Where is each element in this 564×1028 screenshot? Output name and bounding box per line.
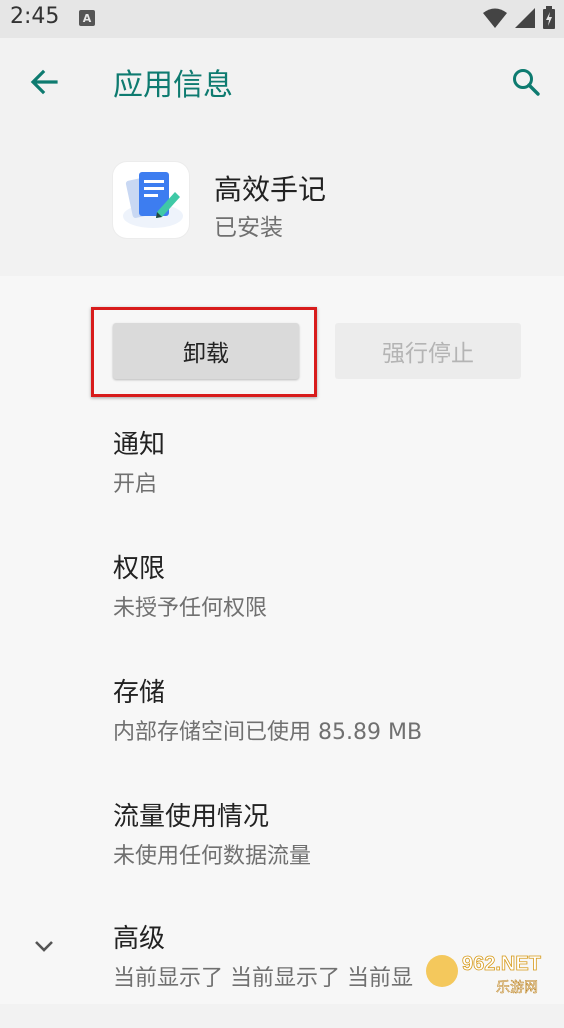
pref-title: 存储 [113, 678, 166, 708]
watermark-subtext: 乐游网 [496, 980, 538, 996]
force-stop-button[interactable]: 强行停止 [335, 323, 521, 379]
status-icons [482, 6, 556, 30]
notes-app-icon [113, 162, 189, 238]
signal-icon [515, 8, 535, 28]
uninstall-button[interactable]: 卸载 [113, 323, 299, 379]
battery-icon [543, 6, 555, 29]
chevron-down-icon [35, 941, 53, 952]
notification-a-icon: A [79, 10, 95, 26]
search-icon [513, 69, 540, 96]
pref-permissions[interactable]: 权限 未授予任何权限 [0, 548, 564, 658]
back-button[interactable] [24, 62, 64, 102]
app-header: 高效手记 已安装 [0, 126, 564, 276]
page-title: 应用信息 [113, 68, 233, 103]
pref-summary: 当前显示了 当前显示了 当前显 [113, 966, 413, 991]
pref-notifications[interactable]: 通知 开启 [0, 424, 564, 534]
pref-summary: 开启 [113, 472, 158, 497]
watermark-text: 962.NET [462, 953, 541, 975]
pref-summary: 内部存储空间已使用 85.89 MB [113, 720, 423, 745]
pref-storage[interactable]: 存储 内部存储空间已使用 85.89 MB [0, 672, 564, 782]
pref-summary: 未使用任何数据流量 [113, 844, 312, 869]
status-bar: 2:45 A [0, 0, 564, 38]
app-install-status: 已安装 [214, 215, 283, 241]
wifi-icon [483, 8, 507, 28]
pref-summary: 未授予任何权限 [113, 596, 268, 621]
pref-title: 高级 [113, 924, 166, 954]
app-name: 高效手记 [214, 173, 327, 206]
app-bar: 应用信息 [0, 38, 564, 126]
pref-title: 通知 [113, 430, 166, 460]
pref-title: 权限 [113, 554, 166, 584]
status-time: 2:45 [10, 4, 60, 29]
search-button[interactable] [506, 62, 546, 102]
app-info-content: 卸载 强行停止 通知 开启 权限 未授予任何权限 存储 内部存储空间已使用 85… [0, 276, 564, 1004]
watermark-logo: 962.NET 乐游网 [426, 953, 541, 996]
pref-data-usage[interactable]: 流量使用情况 未使用任何数据流量 [0, 796, 564, 906]
back-arrow-icon [30, 69, 58, 95]
pref-title: 流量使用情况 [113, 802, 270, 832]
